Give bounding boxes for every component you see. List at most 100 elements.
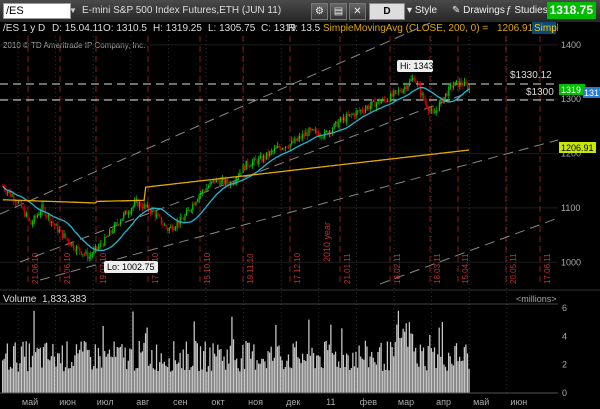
- candle-body: [159, 215, 161, 218]
- volume-bar: [350, 368, 352, 393]
- candle-body: [181, 217, 183, 220]
- candle-body: [402, 89, 404, 93]
- volume-bar: [466, 353, 469, 393]
- volume-bar: [105, 356, 107, 393]
- candle-body: [52, 221, 54, 224]
- close-icon[interactable]: ✕: [349, 3, 366, 20]
- print-icon[interactable]: ▤: [330, 3, 347, 20]
- volume-bar: [179, 352, 181, 393]
- volume-bar: [388, 370, 390, 393]
- volume-bar: [83, 341, 85, 393]
- price-axis-label: 1000: [561, 257, 581, 267]
- volume-bar: [385, 369, 387, 393]
- volume-bar: [94, 344, 96, 393]
- volume-bar: [122, 357, 125, 393]
- candle-body: [399, 90, 401, 92]
- candle-body: [269, 151, 271, 157]
- style-label: Style: [414, 5, 438, 16]
- volume-bar: [397, 310, 400, 393]
- candle-body: [113, 224, 115, 232]
- candle-body: [347, 114, 349, 116]
- volume-bar: [206, 371, 208, 393]
- volume-bar: [100, 367, 103, 393]
- volume-bar: [82, 351, 84, 393]
- volume-bar: [314, 368, 316, 393]
- expiry-date-label: 15.04.11: [461, 253, 470, 284]
- volume-bar: [162, 363, 164, 393]
- style-dropdown-icon: ▾: [407, 5, 413, 16]
- candle-body: [372, 100, 375, 102]
- volume-bar: [378, 347, 381, 393]
- month-label: июн: [59, 397, 76, 407]
- volume-bar: [330, 324, 332, 393]
- candle-body: [247, 160, 249, 166]
- candle-body: [309, 128, 312, 130]
- volume-bar: [424, 366, 426, 393]
- volume-bar: [400, 337, 403, 393]
- volume-bar: [107, 353, 109, 393]
- chevron-down-icon[interactable]: ▼: [67, 3, 79, 19]
- candle-body: [424, 99, 426, 103]
- candle-body: [401, 91, 403, 93]
- symbol-input[interactable]: [3, 3, 71, 19]
- candle-body: [47, 214, 49, 217]
- volume-value: 1,833,383: [42, 294, 87, 305]
- candle-body: [206, 187, 208, 191]
- studies-icon: ƒ: [506, 5, 512, 16]
- volume-bar: [459, 356, 461, 393]
- volume-bar: [396, 324, 398, 393]
- header-open: O: 1310.5: [103, 23, 147, 34]
- volume-bar: [22, 341, 24, 393]
- settings-icon[interactable]: ⚙: [311, 3, 328, 20]
- volume-bar: [111, 357, 114, 393]
- volume-bar: [119, 346, 122, 393]
- candle-body: [182, 219, 184, 221]
- volume-bar: [328, 344, 330, 393]
- volume-bar: [323, 341, 326, 393]
- volume-bar: [30, 367, 32, 393]
- volume-bar: [176, 364, 178, 393]
- candle-body: [145, 204, 147, 207]
- volume-bar: [138, 341, 140, 393]
- volume-bar: [382, 370, 384, 393]
- expiry-date-label: 17.12.10: [293, 252, 302, 284]
- candle-body: [154, 211, 156, 218]
- candle-body: [445, 93, 447, 97]
- volume-bar: [449, 356, 451, 393]
- chart-area[interactable]: /ES 1 y D D: 15.04.11 O: 1310.5 H: 1319.…: [0, 22, 600, 409]
- candle-body: [134, 201, 136, 206]
- volume-bar: [287, 354, 290, 393]
- candle-body: [167, 228, 169, 232]
- current-price-label-2: 1317.2: [584, 88, 600, 98]
- volume-bar: [383, 363, 385, 393]
- level-label-1330: $1330.12: [510, 70, 552, 81]
- candle-body: [421, 93, 423, 95]
- style-button[interactable]: ▾ Style: [407, 3, 437, 18]
- candle-body: [38, 214, 40, 216]
- period-select[interactable]: D: [369, 3, 405, 20]
- volume-bar: [113, 341, 115, 393]
- volume-bar: [413, 351, 415, 393]
- volume-bar: [248, 342, 250, 393]
- candle-body: [30, 220, 32, 225]
- candle-body: [360, 109, 362, 112]
- candle-body: [297, 138, 299, 141]
- drawings-button[interactable]: ✎ Drawings: [452, 3, 505, 18]
- volume-bar: [23, 356, 26, 393]
- studies-button[interactable]: ƒ Studies: [506, 3, 548, 18]
- volume-bar: [460, 360, 462, 393]
- volume-bar: [251, 351, 253, 393]
- volume-bar: [257, 363, 260, 393]
- expiry-date-label: 18.02.11: [393, 253, 402, 284]
- candle-body: [245, 160, 247, 171]
- candle-body: [283, 148, 285, 150]
- candle-body: [156, 214, 158, 218]
- volume-bar: [201, 369, 203, 393]
- volume-bar: [239, 371, 241, 393]
- volume-bar: [127, 360, 129, 393]
- volume-bar: [358, 345, 360, 393]
- candle-body: [320, 136, 323, 138]
- toolbar: ▼ E-mini S&P 500 Index Futures,ETH (JUN …: [0, 0, 600, 23]
- level-label-1300: $1300: [526, 87, 554, 98]
- volume-bar: [327, 350, 329, 393]
